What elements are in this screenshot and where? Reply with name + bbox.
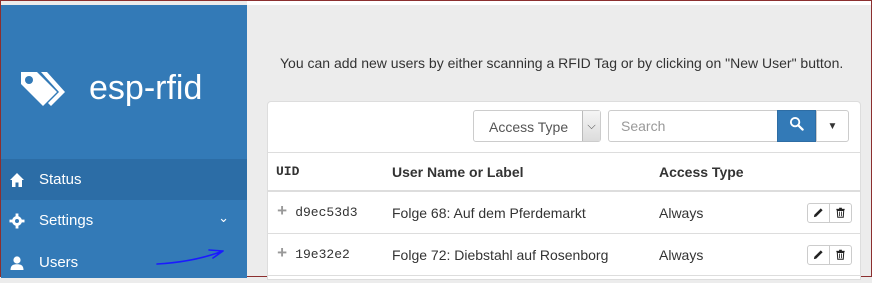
pencil-icon — [813, 249, 823, 259]
users-table: UID User Name or Label Access Type + d9ec… — [268, 153, 860, 276]
brand: esp-rfid — [17, 66, 202, 119]
table-row: + d9ec53d3 Folge 68: Auf dem Pferdemarkt … — [268, 191, 860, 234]
search-button[interactable] — [777, 110, 816, 142]
column-header-uid[interactable]: UID — [268, 153, 391, 192]
sidebar-item-label: Users — [39, 254, 79, 271]
sidebar-item-settings[interactable]: Settings ⌄ — [1, 200, 247, 241]
users-panel: Access Type ⌵ ▼ UID User Name or Label A… — [267, 101, 861, 280]
label-cell: Folge 68: Auf dem Pferdemarkt — [391, 191, 658, 234]
table-header-row: UID User Name or Label Access Type — [268, 153, 860, 192]
delete-button[interactable] — [829, 244, 852, 265]
trash-icon — [836, 207, 845, 218]
actions-cell — [800, 191, 860, 234]
chevron-down-icon: ⌄ — [218, 210, 229, 225]
expand-icon[interactable]: + — [277, 203, 287, 222]
intro-text: You can add new users by either scanning… — [280, 55, 844, 71]
trash-icon — [836, 249, 845, 260]
uid-cell: +19e32e2 — [268, 233, 391, 276]
tags-icon — [17, 66, 65, 119]
app-title: esp-rfid — [89, 69, 203, 107]
search-input[interactable] — [608, 110, 778, 142]
column-header-access[interactable]: Access Type — [658, 153, 800, 192]
uid-cell: + d9ec53d3 — [268, 191, 391, 234]
user-icon — [9, 255, 25, 271]
annotation-arrow-icon — [156, 249, 224, 265]
sidebar-item-status[interactable]: Status — [1, 159, 247, 200]
columns-dropdown-button[interactable]: ▼ — [816, 110, 849, 142]
table-toolbar: Access Type ⌵ ▼ — [268, 102, 860, 153]
access-cell: Always — [658, 191, 800, 234]
expand-icon[interactable]: + — [277, 245, 287, 264]
pencil-icon — [813, 207, 823, 217]
main-content: You can add new users by either scanning… — [247, 5, 871, 280]
home-icon — [9, 172, 25, 188]
sidebar-item-label: Status — [39, 171, 82, 188]
uid-value: 19e32e2 — [295, 247, 350, 262]
search-icon — [789, 116, 804, 136]
edit-button[interactable] — [807, 202, 830, 223]
column-header-label[interactable]: User Name or Label — [391, 153, 658, 192]
actions-cell — [800, 233, 860, 276]
column-header-actions — [800, 153, 860, 192]
uid-value: d9ec53d3 — [295, 205, 358, 220]
sidebar: esp-rfid Status Settings ⌄ Users — [1, 5, 247, 278]
delete-button[interactable] — [829, 202, 852, 223]
access-type-filter[interactable]: Access Type ⌵ — [473, 110, 601, 142]
table-row: +19e32e2 Folge 72: Diebstahl auf Rosenbo… — [268, 233, 860, 276]
edit-button[interactable] — [807, 244, 830, 265]
access-cell: Always — [658, 233, 800, 276]
access-type-filter-value: Access Type — [489, 119, 569, 135]
label-cell: Folge 72: Diebstahl auf Rosenborg — [391, 233, 658, 276]
chevron-down-icon: ⌵ — [582, 111, 600, 141]
gear-icon — [9, 213, 25, 229]
caret-down-icon: ▼ — [827, 120, 838, 132]
sidebar-item-label: Settings — [39, 212, 94, 229]
